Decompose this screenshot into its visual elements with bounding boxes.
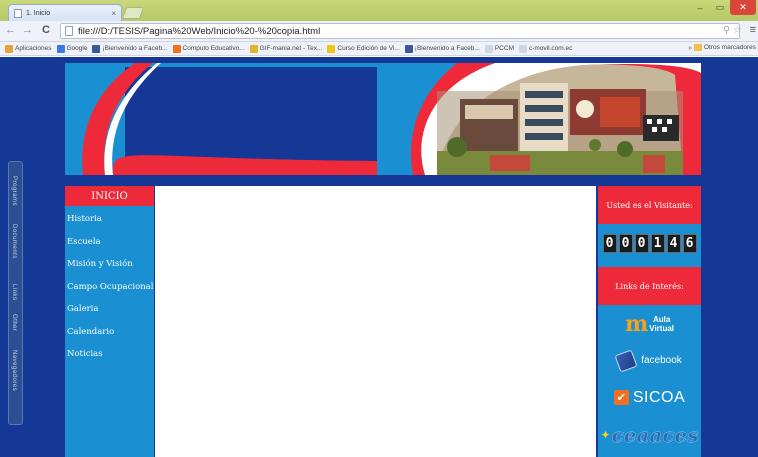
counter-digit: 0 [602,234,617,253]
nav-item-noticias[interactable]: Noticias [65,343,154,366]
browser-tab[interactable]: 1. Inicio × [8,4,122,21]
bookmark-item[interactable]: PCCM [484,44,514,53]
bookmark-icon [484,44,493,53]
bookmark-icon [172,44,181,53]
nav-inicio[interactable]: INICIO [65,186,154,206]
bookmark-icon [327,44,336,53]
ceaaces-link[interactable]: ✦ ceaaces [598,416,701,453]
bookmark-label: Google [66,45,88,52]
facebook-link[interactable]: facebook [598,342,701,379]
counter-digit: 0 [634,234,649,253]
moodle-icon: m [624,310,648,337]
bookmark-label: c-movil.com.ec [528,45,573,52]
facebook-icon [614,348,638,373]
aula-virtual-label-line2: Virtual [649,323,675,333]
bookmark-item[interactable]: Aplicaciones [5,44,52,53]
bookmark-item[interactable]: Curso Edición de Vi... [327,44,400,53]
visitor-counter-title: Usted es el Visitante: [598,186,701,224]
bookmark-label: Computo Educativo... [182,45,245,52]
reload-icon[interactable]: C [42,24,50,36]
bookmark-item[interactable]: ¡Bienvenido a Faceb... [404,44,480,53]
counter-digit: 0 [618,234,633,253]
bookmark-icon [5,44,13,53]
new-tab-button[interactable] [121,7,145,19]
back-arrow-icon[interactable]: ← [5,24,16,36]
address-bar[interactable]: file:///D:/TESIS/Pagina%20Web/Inicio%20-… [60,23,740,39]
bookmark-item[interactable]: Google [56,44,88,53]
right-sidebar: Usted es el Visitante: 0 0 0 1 4 6 Links… [598,186,701,457]
visitor-counter: 0 0 0 1 4 6 [598,234,701,253]
nav-item-historia[interactable]: Historia [65,208,154,231]
sicoa-label: SICOA [632,388,686,406]
page-favicon-icon [14,8,22,18]
tab-title: 1. Inicio [26,9,51,17]
nav-list: Historia Escuela Misión y Visión Campo O… [65,206,154,366]
banner-graphic [65,63,701,175]
counter-digit: 1 [650,234,665,253]
other-bookmarks[interactable]: Otros marcadores [693,44,756,51]
left-navigation: INICIO Historia Escuela Misión y Visión … [65,186,154,457]
file-page-icon [65,26,73,36]
restore-button[interactable]: ▭ [710,0,730,15]
nav-item-campo-ocupacional[interactable]: Campo Ocupacional [65,276,154,299]
close-window-button[interactable]: ✕ [730,0,756,15]
side-panel-links[interactable]: Links [11,284,17,301]
aula-virtual-link[interactable]: m Aula Virtual [598,305,701,342]
counter-digit: 4 [666,234,681,253]
side-panel-documents[interactable]: Documents [11,224,17,259]
browser-toolbar: ← → C file:///D:/TESIS/Pagina%20Web/Inic… [0,21,758,42]
bookmark-label: Curso Edición de Vi... [337,45,400,52]
browser-titlebar: 1. Inicio × – ▭ ✕ [0,0,758,21]
bookmark-icon [404,44,413,53]
bookmark-icon [249,44,258,53]
nav-item-calendario[interactable]: Calendario [65,321,154,344]
url-text: file:///D:/TESIS/Pagina%20Web/Inicio%20-… [78,25,321,37]
menu-icon[interactable]: ≡ [750,24,756,36]
bookmark-label: GIF-mania.net - Tex... [259,45,323,52]
other-bookmarks-label: Otros marcadores [703,44,756,51]
nav-item-galeria[interactable]: Galeria [65,298,154,321]
side-panel[interactable]: Programs Documents Links Other Navegador… [8,161,23,425]
side-panel-programs[interactable]: Programs [11,176,17,206]
folder-icon [693,44,702,51]
side-panel-navegadores[interactable]: Navegadores [11,350,17,391]
bookmark-icon [92,44,101,53]
bookmark-label: PCCM [494,45,514,52]
bookmarks-bar: Aplicaciones Google ¡Bienvenido a Faceb...… [0,42,758,56]
nav-item-mision-vision[interactable]: Misión y Visión [65,253,154,276]
bookmark-icon [56,44,65,53]
main-content-area [155,186,596,457]
bookmark-item[interactable]: ¡Bienvenido a Faceb... [92,44,168,53]
bookmark-label: Aplicaciones [15,45,52,52]
bookmark-item[interactable]: Computo Educativo... [172,44,245,53]
minimize-button[interactable]: – [690,0,710,15]
bookmark-icon [518,44,527,53]
aula-virtual-label: Aula Virtual [649,315,674,333]
links-title: Links de Interés: [598,267,701,305]
aula-virtual-label-line1: Aula [652,314,671,324]
zoom-star-icon[interactable]: ⚲ ☆ [723,25,742,36]
bookmarks-overflow-icon[interactable]: » [688,45,692,52]
ceaaces-label: ceaaces [611,422,699,447]
sicoa-check-icon: ✔ [613,390,629,405]
bookmark-item[interactable]: c-movil.com.ec [518,44,573,53]
bookmark-label: ¡Bienvenido a Faceb... [414,45,480,52]
header-banner [65,63,701,175]
forward-arrow-icon[interactable]: → [22,24,33,36]
sicoa-link[interactable]: ✔ SICOA [598,379,701,416]
counter-digit: 6 [682,234,697,253]
nav-item-escuela[interactable]: Escuela [65,231,154,254]
bookmark-label: ¡Bienvenido a Faceb... [102,45,168,52]
bookmark-item[interactable]: GIF-mania.net - Tex... [249,44,323,53]
ceaaces-logo-icon: ✦ [600,427,611,442]
page-viewport: Programs Documents Links Other Navegador… [0,57,758,457]
facebook-label: facebook [641,355,682,366]
tab-close-icon[interactable]: × [111,9,116,18]
side-panel-other[interactable]: Other [11,314,17,332]
window-controls: – ▭ ✕ [690,0,756,15]
